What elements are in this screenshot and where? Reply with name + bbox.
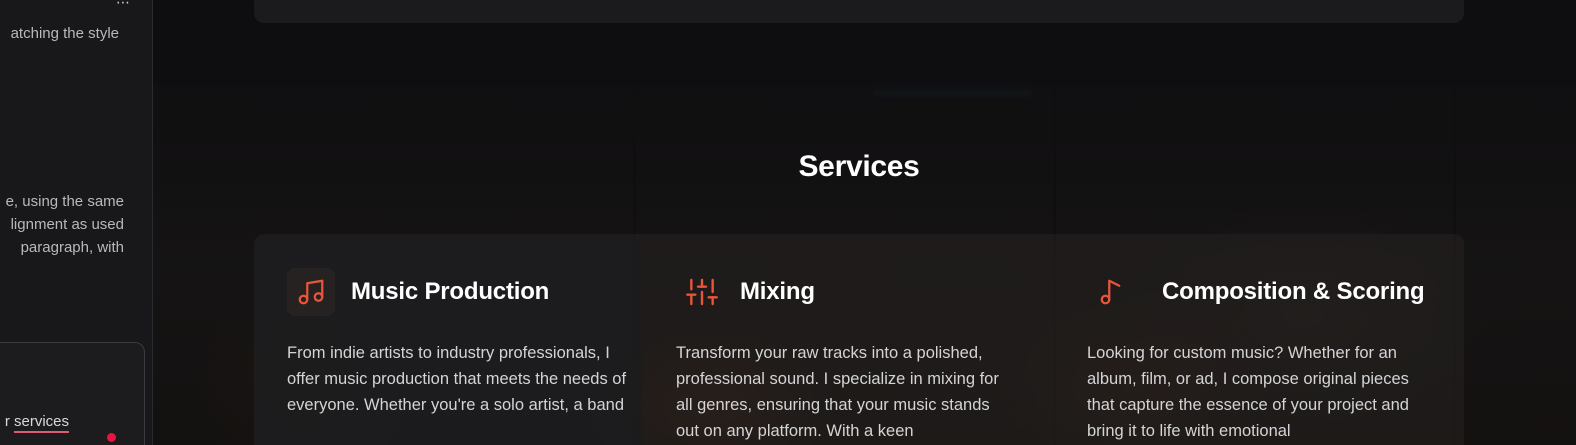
service-title: Composition & Scoring (1162, 278, 1425, 305)
service-title: Music Production (351, 278, 550, 305)
services-grid: Music Production From indie artists to i… (254, 234, 1464, 445)
more-icon[interactable]: ⋯ (116, 0, 131, 11)
editor-sidebar: ⋯ atching the style e, using the same li… (0, 0, 153, 445)
music-note-icon (1089, 268, 1137, 316)
service-card-composition-scoring[interactable]: Composition & Scoring Looking for custom… (1053, 234, 1464, 445)
previous-section-panel (254, 0, 1464, 23)
service-description: Looking for custom music? Whether for an… (1087, 344, 1409, 440)
preview-area: Services Music Production From indie art… (153, 0, 1576, 445)
service-description: From indie artists to industry professio… (287, 344, 627, 414)
sidebar-text-middle: e, using the same lignment as used parag… (6, 190, 124, 259)
section-title: Services (798, 150, 920, 183)
service-description: Transform your raw tracks into a polishe… (676, 344, 999, 440)
status-dot (107, 433, 116, 442)
music-notes-icon (287, 268, 335, 316)
service-card-music-production[interactable]: Music Production From indie artists to i… (254, 234, 642, 445)
sidebar-text-line: e, using the same (5, 193, 124, 210)
sidebar-text-top: atching the style (10, 25, 119, 42)
sidebar-card-text: r services (4, 413, 69, 433)
sidebar-card-prefix: r (4, 413, 14, 430)
sliders-icon (678, 268, 726, 316)
service-title: Mixing (740, 278, 815, 305)
services-link[interactable]: services (13, 413, 69, 433)
sidebar-text-line: paragraph, with (20, 239, 124, 256)
sidebar-text-line: lignment as used (10, 216, 124, 233)
service-card-mixing[interactable]: Mixing Transform your raw tracks into a … (642, 234, 1053, 445)
